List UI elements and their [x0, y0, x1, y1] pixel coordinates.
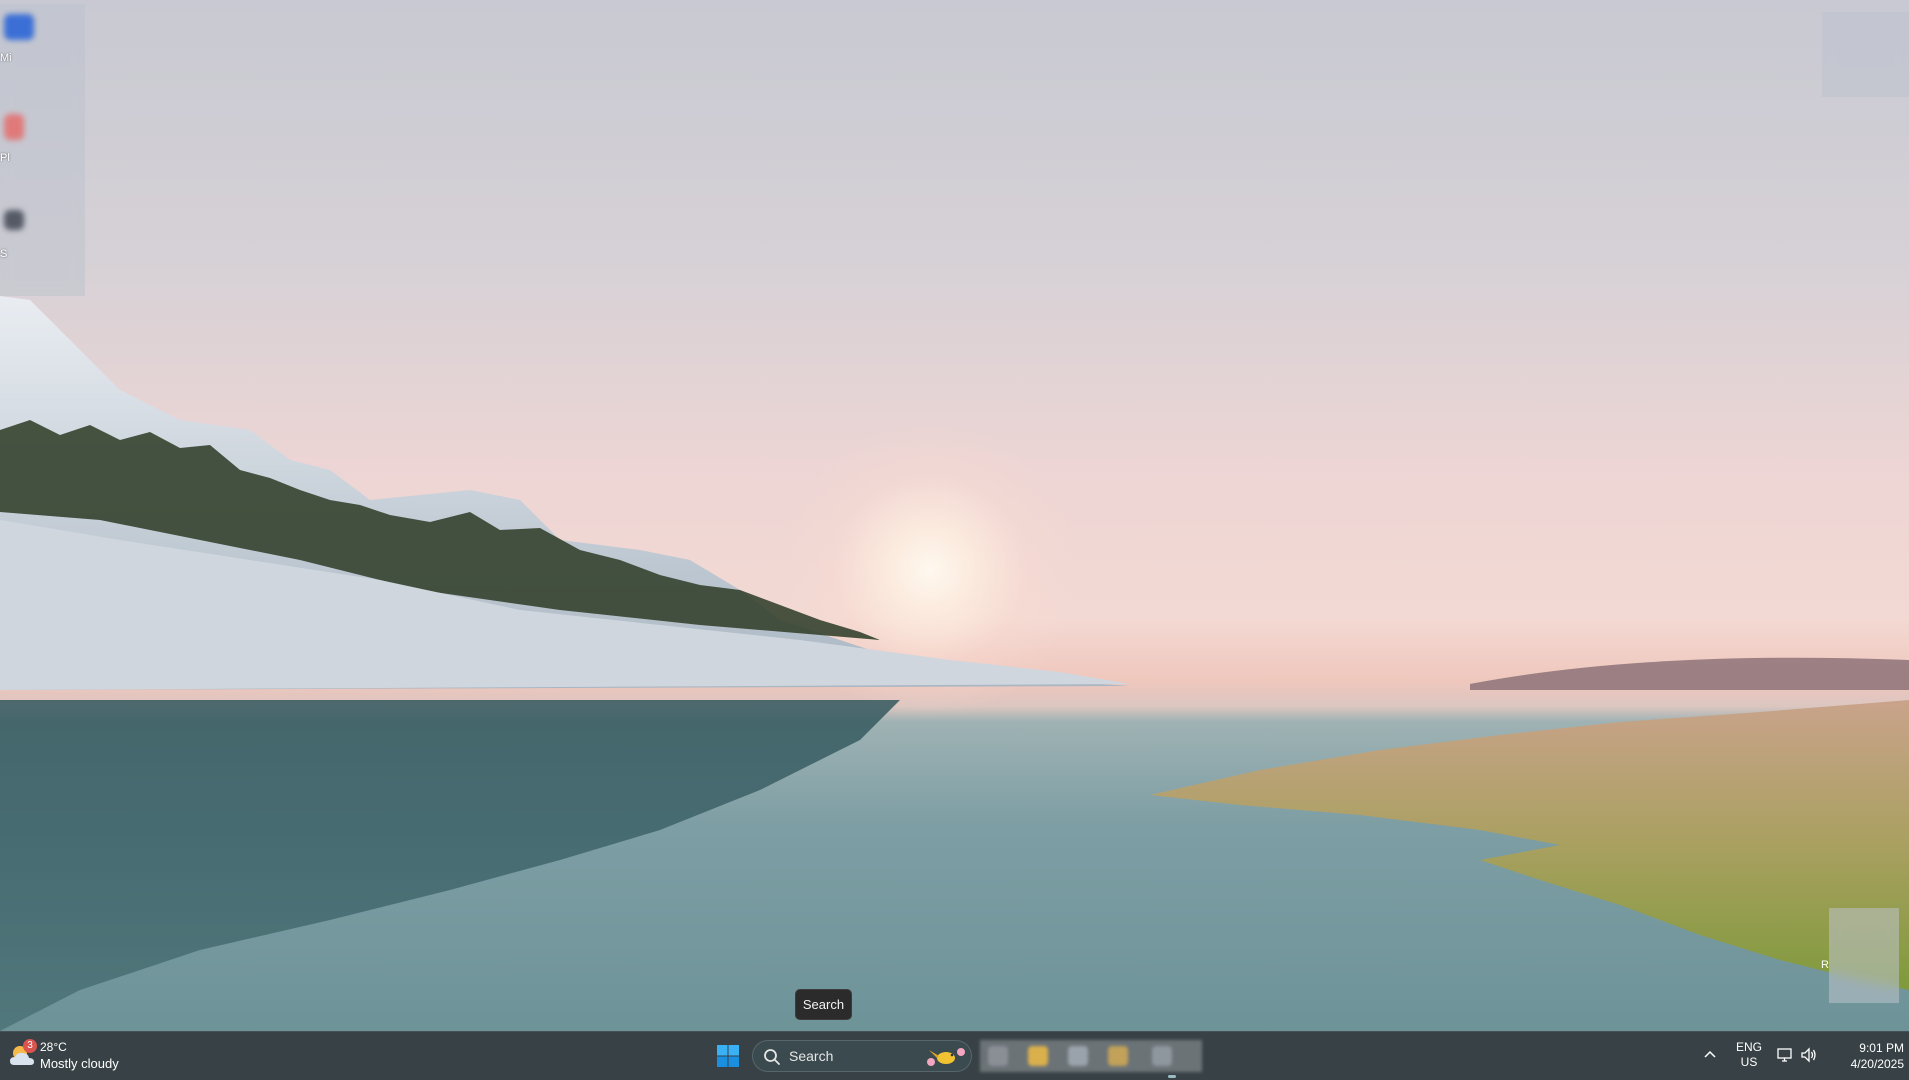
desktop-icon-3[interactable]: S — [0, 202, 84, 292]
desktop-icon-caption: Mi — [0, 52, 12, 64]
clock-time: 9:01 PM — [1859, 1041, 1904, 1055]
weather-temperature: 28°C — [40, 1040, 67, 1054]
pinned-app-3[interactable] — [1068, 1046, 1088, 1066]
search-tooltip: Search — [795, 989, 852, 1020]
desktop-icon-caption: R — [1821, 959, 1829, 971]
desktop-icon-caption: S — [0, 248, 8, 260]
far-hill — [1470, 657, 1909, 690]
desktop-icon-top-right[interactable] — [1822, 12, 1909, 97]
chevron-up-icon[interactable] — [1702, 1046, 1718, 1062]
desktop-wallpaper: Mi Pl S R — [0, 0, 1909, 1031]
language-code: ENG — [1735, 1040, 1762, 1054]
desktop-icon-2[interactable]: Pl — [0, 106, 84, 196]
bird-icon — [927, 1048, 965, 1066]
show-desktop-button[interactable] — [1904, 1032, 1909, 1080]
weather-condition: Mostly cloudy — [40, 1056, 119, 1071]
region-code: US — [1740, 1055, 1758, 1069]
search-icon — [764, 1049, 780, 1065]
pinned-app-5[interactable] — [1152, 1046, 1172, 1066]
desktop-icon-1[interactable]: Mi — [0, 6, 84, 96]
start-button[interactable] — [712, 1040, 744, 1072]
network-icon[interactable] — [1776, 1046, 1794, 1064]
volume-icon[interactable] — [1800, 1046, 1818, 1064]
taskbar: 3 28°C Mostly cloudy Search ENG US 9:01 … — [0, 1031, 1909, 1080]
windows-logo-icon — [717, 1045, 739, 1067]
pinned-app-1[interactable] — [988, 1046, 1008, 1066]
language-indicator[interactable]: ENG US — [1734, 1040, 1764, 1070]
active-app-indicator — [1168, 1075, 1176, 1078]
landscape-scenery — [0, 296, 1909, 1031]
search-label: Search — [789, 1048, 834, 1064]
clock-date: 4/20/2025 — [1850, 1057, 1904, 1071]
notification-badge: 3 — [23, 1039, 37, 1053]
taskbar-search-box[interactable]: Search — [752, 1040, 972, 1072]
taskbar-clock[interactable]: 9:01 PM 4/20/2025 — [1828, 1040, 1904, 1072]
pinned-app-2[interactable] — [1028, 1046, 1048, 1066]
desktop-icon-bottom-right[interactable]: R — [1821, 908, 1899, 1003]
mountain-reflection — [0, 700, 900, 1031]
pinned-apps-group — [980, 1040, 1202, 1072]
pinned-app-4[interactable] — [1108, 1046, 1128, 1066]
weather-widget[interactable]: 3 28°C Mostly cloudy — [6, 1039, 156, 1075]
desktop-icon-column: Mi Pl S — [0, 4, 85, 296]
grassy-shore — [1150, 700, 1909, 990]
desktop-icon-caption: Pl — [0, 152, 10, 164]
